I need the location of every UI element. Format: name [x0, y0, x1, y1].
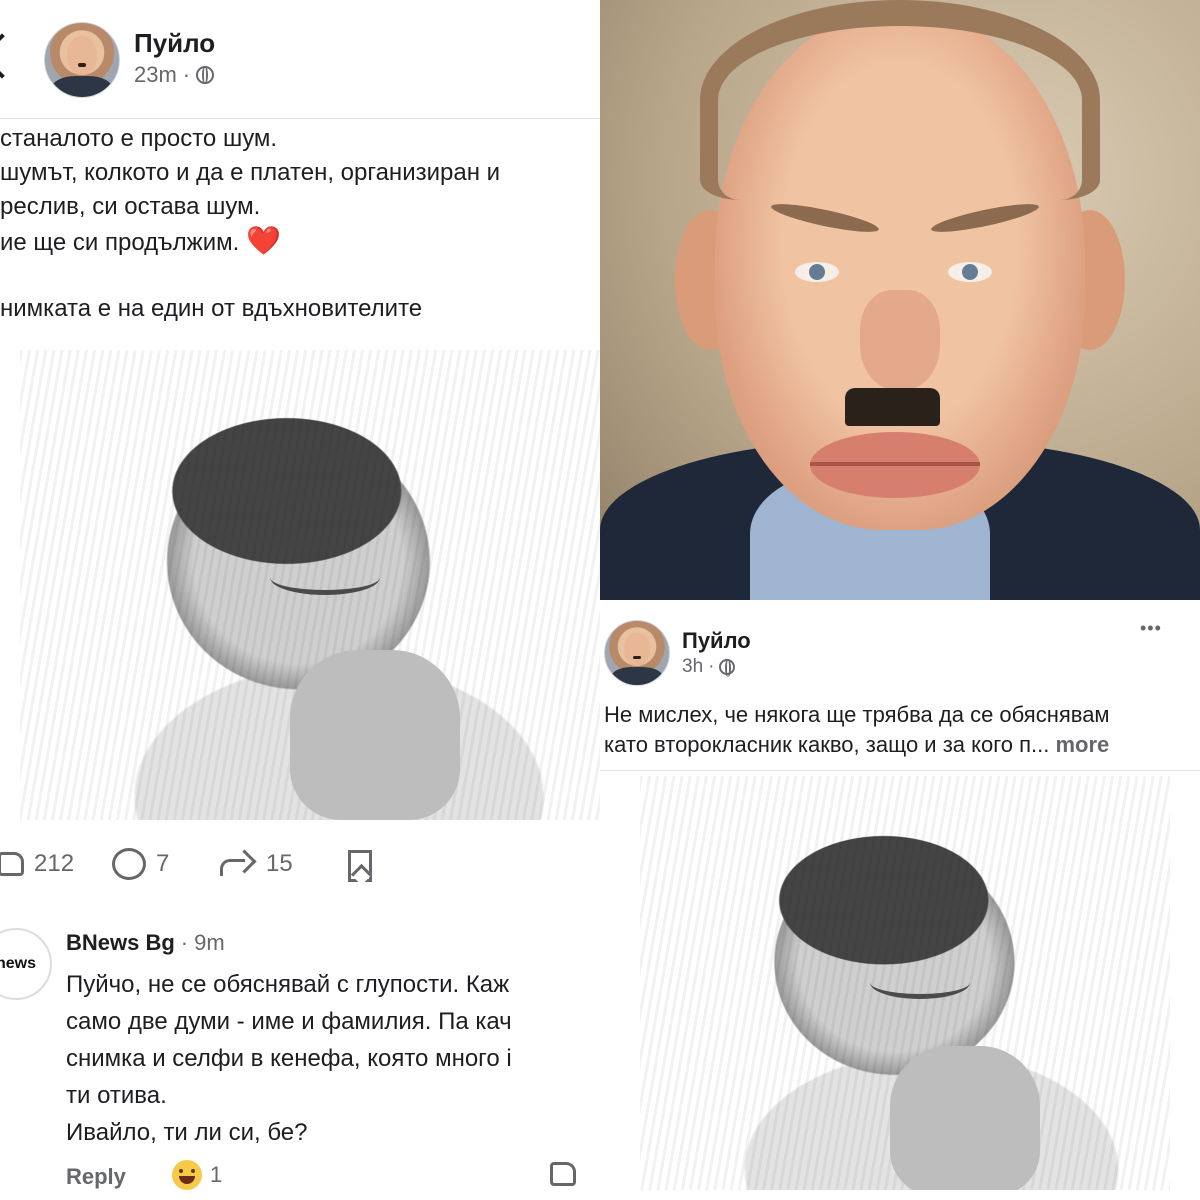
post-meta: 3h · [682, 656, 736, 678]
post-photo[interactable] [640, 776, 1170, 1190]
post-text-line: станалото е просто шум. [0, 125, 278, 152]
comment-like-icon[interactable] [550, 1162, 576, 1186]
comment-header: BNews Bg · 9m [66, 930, 225, 956]
post-author[interactable]: Пуйло [682, 628, 751, 654]
reply-button[interactable]: Reply [66, 1164, 126, 1190]
post-text-line: нимката е на един от вдъхновителите [0, 295, 423, 322]
post-text-line: като второкласник какво, защо и за кого … [604, 730, 1109, 760]
comment-text-line: снимка и селфи в кенефа, която много і [66, 1045, 512, 1072]
meta-separator: · [708, 656, 715, 677]
meta-separator: · [180, 930, 189, 955]
left-post-screenshot: Пуйло 23m · станалото е просто шум. шумъ… [0, 0, 600, 1200]
share-arrow-icon [220, 851, 256, 877]
bookmark-icon[interactable] [348, 850, 372, 882]
post-text-line: шумът, колкото и да е платен, организира… [0, 159, 501, 186]
thumbs-up-icon [0, 852, 24, 876]
bnews-logo-text: news [0, 955, 36, 972]
comment-text-line: Пуйчо, не се обяснявай с глупости. Каж [66, 971, 510, 998]
commenter-avatar[interactable]: news [0, 928, 52, 1000]
back-chevron-icon[interactable] [0, 33, 25, 79]
meta-separator: · [182, 62, 191, 87]
comment-reactions[interactable]: 1 [172, 1160, 222, 1190]
comment-button[interactable]: 7 [112, 848, 169, 880]
post-text-fragment: като второкласник какво, защо и за кого … [604, 732, 1050, 757]
like-count: 212 [34, 850, 75, 877]
share-count: 15 [266, 850, 293, 877]
post-text-line: Не мислех, че някога ще трябва да се обя… [604, 702, 1110, 727]
post-time: 23m [134, 62, 177, 87]
comment-time: 9m [194, 930, 225, 955]
globe-icon [719, 659, 736, 677]
post-time: 3h [682, 656, 704, 677]
right-post-screenshot: Пуйло 3h · ••• Не мислех, че някога ще т… [600, 600, 1200, 1200]
globe-icon [196, 66, 215, 84]
edited-portrait-photo [600, 0, 1200, 600]
comment-text-line: само две думи - име и фамилия. Па кач [66, 1008, 512, 1035]
laughing-emoji-icon [172, 1160, 202, 1190]
avatar[interactable] [44, 22, 120, 98]
post-author[interactable]: Пуйло [134, 28, 215, 59]
like-button[interactable]: 212 [0, 850, 74, 878]
post-text-fragment: ие ще си продължим. [0, 229, 240, 256]
comment-text-line: ти отива. [66, 1082, 167, 1109]
comment-bubble-icon [112, 848, 146, 880]
comment-author[interactable]: BNews Bg [66, 930, 175, 956]
avatar[interactable] [604, 620, 670, 686]
reaction-count: 1 [210, 1162, 223, 1187]
post-photo[interactable] [20, 350, 600, 820]
comment-text-line: Ивайло, ти ли си, бе? [66, 1119, 308, 1146]
see-more-link[interactable]: more [1056, 732, 1110, 757]
share-button[interactable]: 15 [220, 850, 293, 878]
post-meta: 23m · [134, 62, 215, 88]
more-options-icon[interactable]: ••• [1140, 618, 1162, 639]
divider [600, 770, 1200, 771]
divider [0, 118, 600, 119]
post-text-line: реслив, си остава шум. [0, 193, 261, 220]
post-text-line: ие ще си продължим. ❤️ [0, 224, 281, 260]
heart-emoji-icon: ❤️ [245, 225, 281, 256]
comment-count: 7 [156, 850, 170, 877]
